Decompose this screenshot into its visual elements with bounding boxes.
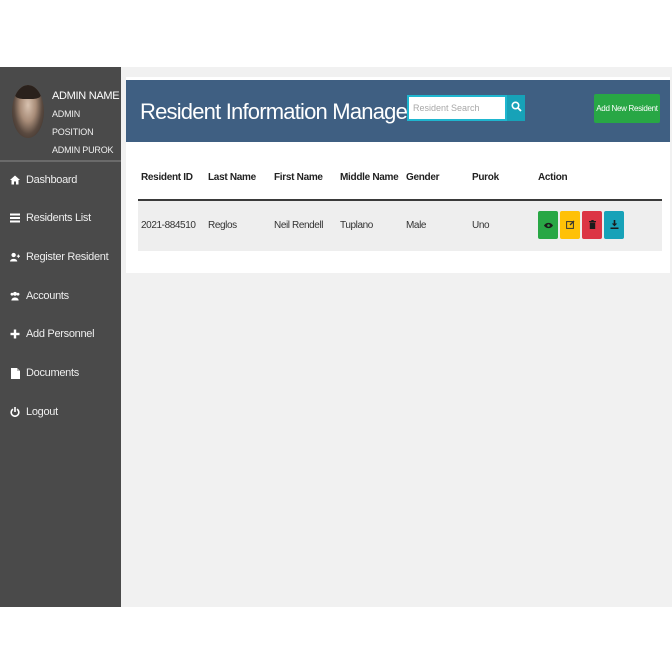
resident-table: Resident ID Last Name First Name Middle … bbox=[138, 160, 662, 251]
column-header-gender: Gender bbox=[406, 172, 440, 183]
cell-resident-id: 2021-884510 bbox=[141, 220, 196, 231]
delete-button[interactable] bbox=[582, 211, 602, 239]
download-button[interactable] bbox=[604, 211, 624, 239]
sidebar: ADMIN NAME ADMIN POSITION ADMIN PUROK Da… bbox=[0, 67, 121, 607]
table-row: 2021-884510 Reglos Neil Rendell Tuplano … bbox=[138, 201, 662, 251]
download-icon bbox=[610, 216, 619, 234]
avatar bbox=[12, 85, 44, 138]
sidebar-item-register-resident[interactable]: Register Resident bbox=[0, 245, 121, 269]
page-title: Resident Information Management bbox=[140, 99, 454, 124]
column-header-action: Action bbox=[538, 172, 568, 183]
page-header: Resident Information Management Add New … bbox=[126, 80, 670, 142]
cell-middle-name: Tuplano bbox=[340, 220, 373, 231]
column-header-middle-name: Middle Name bbox=[340, 172, 399, 183]
app-window: ADMIN NAME ADMIN POSITION ADMIN PUROK Da… bbox=[0, 67, 672, 607]
view-button[interactable] bbox=[538, 211, 558, 239]
cell-first-name: Neil Rendell bbox=[274, 220, 324, 231]
column-header-last-name: Last Name bbox=[208, 172, 256, 183]
sidebar-item-residents-list[interactable]: Residents List bbox=[0, 206, 121, 230]
table-header: Resident ID Last Name First Name Middle … bbox=[138, 160, 662, 201]
edit-button[interactable] bbox=[560, 211, 580, 239]
power-icon bbox=[10, 407, 20, 417]
sidebar-item-add-personnel[interactable]: Add Personnel bbox=[0, 322, 121, 346]
admin-position: ADMIN POSITION bbox=[52, 109, 94, 137]
add-new-resident-button[interactable]: Add New Resident bbox=[594, 94, 660, 123]
search-button[interactable] bbox=[507, 95, 525, 121]
column-header-first-name: First Name bbox=[274, 172, 323, 183]
admin-info: ADMIN NAME ADMIN POSITION ADMIN PUROK bbox=[52, 87, 121, 159]
sidebar-item-label: Residents List bbox=[26, 212, 91, 224]
search-icon bbox=[510, 99, 522, 117]
sidebar-item-dashboard[interactable]: Dashboard bbox=[0, 168, 121, 192]
users-icon bbox=[10, 291, 20, 301]
main-panel: Resident Information Management Add New … bbox=[126, 77, 670, 273]
column-header-purok: Purok bbox=[472, 172, 499, 183]
user-plus-icon bbox=[10, 252, 20, 262]
sidebar-item-documents[interactable]: Documents bbox=[0, 361, 121, 385]
cell-gender: Male bbox=[406, 220, 427, 231]
admin-purok: ADMIN PUROK bbox=[52, 145, 114, 155]
sidebar-item-label: Dashboard bbox=[26, 174, 78, 186]
sidebar-item-label: Accounts bbox=[26, 290, 69, 302]
plus-icon bbox=[10, 329, 20, 339]
admin-profile: ADMIN NAME ADMIN POSITION ADMIN PUROK bbox=[0, 67, 121, 162]
column-header-resident-id: Resident ID bbox=[141, 172, 193, 183]
file-icon bbox=[10, 367, 20, 379]
sidebar-item-label: Logout bbox=[26, 406, 58, 418]
trash-icon bbox=[588, 216, 596, 234]
sidebar-item-label: Documents bbox=[26, 367, 79, 379]
search-input[interactable] bbox=[407, 95, 507, 121]
home-icon bbox=[10, 175, 20, 185]
sidebar-item-accounts[interactable]: Accounts bbox=[0, 284, 121, 308]
sidebar-item-label: Register Resident bbox=[26, 251, 109, 263]
sidebar-item-logout[interactable]: Logout bbox=[0, 400, 121, 424]
admin-name: ADMIN NAME bbox=[52, 90, 120, 102]
eye-icon bbox=[543, 216, 553, 234]
cell-purok: Uno bbox=[472, 220, 490, 231]
cell-last-name: Reglos bbox=[208, 220, 237, 231]
sidebar-item-label: Add Personnel bbox=[26, 328, 95, 340]
list-icon bbox=[10, 213, 20, 223]
edit-icon bbox=[565, 216, 575, 234]
